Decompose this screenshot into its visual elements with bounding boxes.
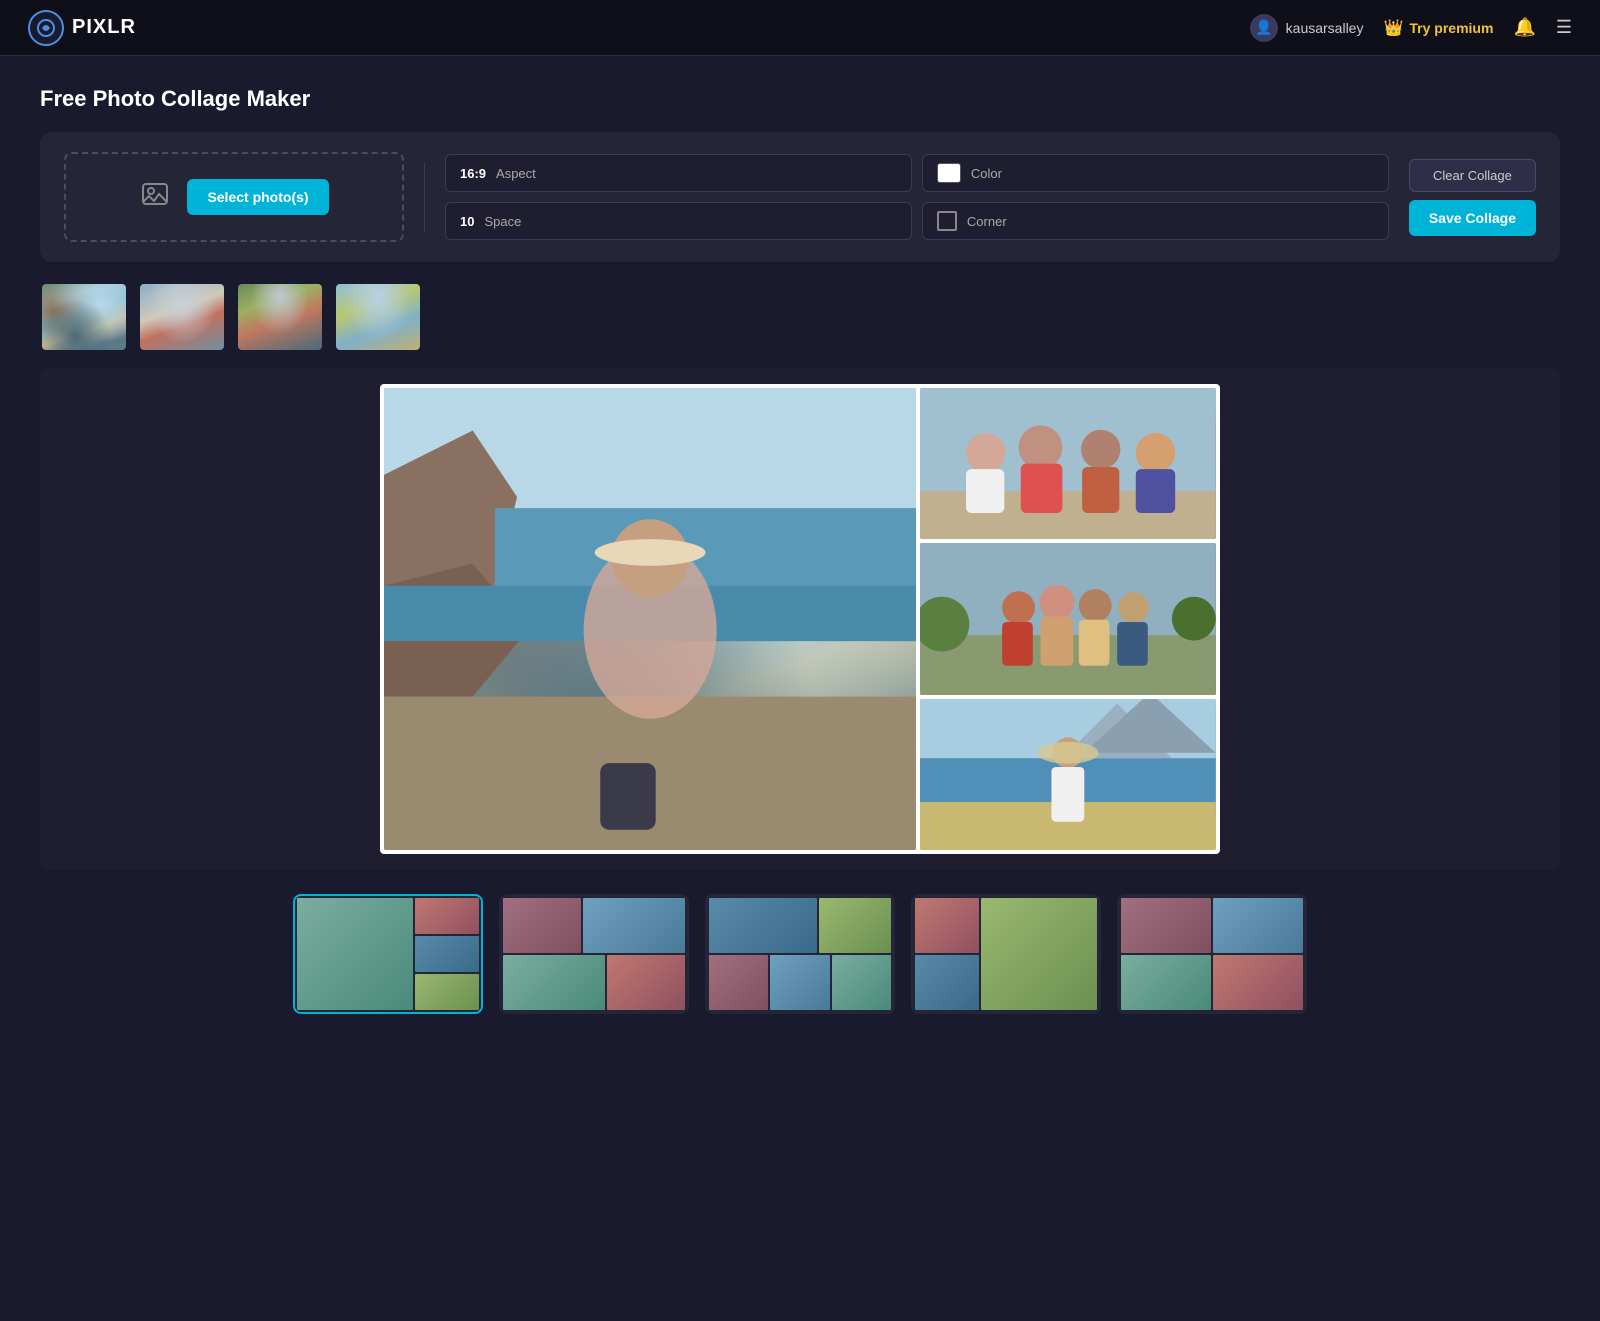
thumb-image-2	[140, 284, 224, 350]
tmpl-1-top	[415, 898, 479, 934]
clear-collage-button[interactable]: Clear Collage	[1409, 159, 1536, 192]
tmpl-2-bot	[503, 955, 685, 1010]
template-5-layout	[1119, 896, 1305, 1012]
collage-cell-mid-right	[920, 543, 1216, 694]
tmpl-3-bm	[770, 955, 829, 1010]
thumbnails-row	[40, 282, 1560, 352]
tmpl-5-tr	[1213, 898, 1303, 953]
tmpl-2-br	[607, 955, 685, 1010]
tmpl-4-right	[981, 898, 1097, 1010]
bell-button[interactable]: 🔔	[1513, 17, 1535, 38]
collage-photo-main	[384, 388, 916, 850]
navbar-right: 👤 kausarsalley 👑 Try premium 🔔 ☰	[1250, 14, 1572, 42]
tmpl-5-tl	[1121, 898, 1211, 953]
username: kausarsalley	[1286, 20, 1364, 36]
user-avatar-icon: 👤	[1250, 14, 1278, 42]
options-grid: 16:9 Aspect Color 10 Space Corner	[445, 154, 1389, 240]
tmpl-2-bl	[503, 955, 605, 1010]
app-logo[interactable]: PIXLR	[28, 10, 136, 46]
color-swatch	[937, 163, 961, 183]
collage-frame	[380, 384, 1220, 854]
template-1[interactable]	[293, 894, 483, 1014]
tmpl-3-tl	[709, 898, 817, 953]
tmpl-1-left	[297, 898, 413, 1010]
tmpl-4-main	[981, 898, 1097, 1010]
user-section: 👤 kausarsalley	[1250, 14, 1364, 42]
tmpl-4-lt	[915, 898, 979, 953]
aspect-label: Aspect	[496, 166, 536, 181]
tmpl-3-bl	[709, 955, 768, 1010]
upload-area[interactable]: Select photo(s)	[64, 152, 404, 242]
divider	[424, 162, 425, 232]
navbar: PIXLR 👤 kausarsalley 👑 Try premium 🔔 ☰	[0, 0, 1600, 56]
corner-swatch	[937, 211, 957, 231]
template-2[interactable]	[499, 894, 689, 1014]
tmpl-3-bot-row	[709, 955, 891, 1010]
tmpl-3-tr	[819, 898, 891, 953]
template-1-layout	[295, 896, 481, 1012]
thumbnail-4[interactable]	[334, 282, 422, 352]
thumbnail-1[interactable]	[40, 282, 128, 352]
tmpl-2-tr	[583, 898, 685, 953]
templates-row	[40, 894, 1560, 1014]
thumb-image-4	[336, 284, 420, 350]
save-collage-button[interactable]: Save Collage	[1409, 200, 1536, 236]
tmpl-4-left	[915, 898, 979, 1010]
aspect-option[interactable]: 16:9 Aspect	[445, 154, 912, 192]
corner-label: Corner	[967, 214, 1007, 229]
corner-option[interactable]: Corner	[922, 202, 1389, 240]
tmpl-2-top	[503, 898, 685, 953]
color-option[interactable]: Color	[922, 154, 1389, 192]
logo-icon	[28, 10, 64, 46]
menu-button[interactable]: ☰	[1556, 17, 1572, 38]
app-name: PIXLR	[72, 16, 136, 39]
color-label: Color	[971, 166, 1002, 181]
tmpl-5-top	[1121, 898, 1303, 953]
page-title: Free Photo Collage Maker	[40, 86, 1560, 112]
premium-label: Try premium	[1409, 20, 1493, 36]
main-content: Free Photo Collage Maker Select photo(s)…	[0, 56, 1600, 1044]
collage-right-column	[920, 388, 1216, 850]
template-3[interactable]	[705, 894, 895, 1014]
controls-panel: Select photo(s) 16:9 Aspect Color 10 Spa…	[40, 132, 1560, 262]
template-5[interactable]	[1117, 894, 1307, 1014]
tmpl-5-br	[1213, 955, 1303, 1010]
collage-cell-main	[384, 388, 916, 850]
collage-photo-hiking	[920, 543, 1216, 694]
template-4-layout	[913, 896, 1099, 1012]
template-4[interactable]	[911, 894, 1101, 1014]
tmpl-3-top-row	[709, 898, 891, 953]
space-option[interactable]: 10 Space	[445, 202, 912, 240]
premium-button[interactable]: 👑 Try premium	[1383, 18, 1493, 38]
upload-icon	[139, 178, 171, 217]
tmpl-1-mid	[415, 936, 479, 972]
tmpl-5-bot	[1121, 955, 1303, 1010]
thumb-image-1	[42, 284, 126, 350]
collage-cell-top-right	[920, 388, 1216, 539]
tmpl-1-main	[297, 898, 413, 1010]
collage-cell-bottom-right	[920, 699, 1216, 850]
aspect-value: 16:9	[460, 166, 486, 181]
template-2-layout	[501, 896, 687, 1012]
templates-section	[40, 894, 1560, 1014]
tmpl-1-right	[415, 898, 479, 1010]
select-photos-button[interactable]: Select photo(s)	[187, 179, 328, 215]
tmpl-3-br	[832, 955, 891, 1010]
space-label: Space	[484, 214, 521, 229]
collage-canvas	[40, 368, 1560, 870]
crown-icon: 👑	[1383, 18, 1403, 38]
tmpl-5-bl	[1121, 955, 1211, 1010]
tmpl-1-bot	[415, 974, 479, 1010]
thumbnail-3[interactable]	[236, 282, 324, 352]
collage-photo-picnic	[920, 388, 1216, 539]
thumbnail-2[interactable]	[138, 282, 226, 352]
template-3-layout	[707, 896, 893, 1012]
tmpl-4-lb	[915, 955, 979, 1010]
space-value: 10	[460, 214, 474, 229]
collage-photo-beach	[920, 699, 1216, 850]
thumb-image-3	[238, 284, 322, 350]
save-actions: Clear Collage Save Collage	[1409, 159, 1536, 236]
tmpl-2-tl	[503, 898, 581, 953]
